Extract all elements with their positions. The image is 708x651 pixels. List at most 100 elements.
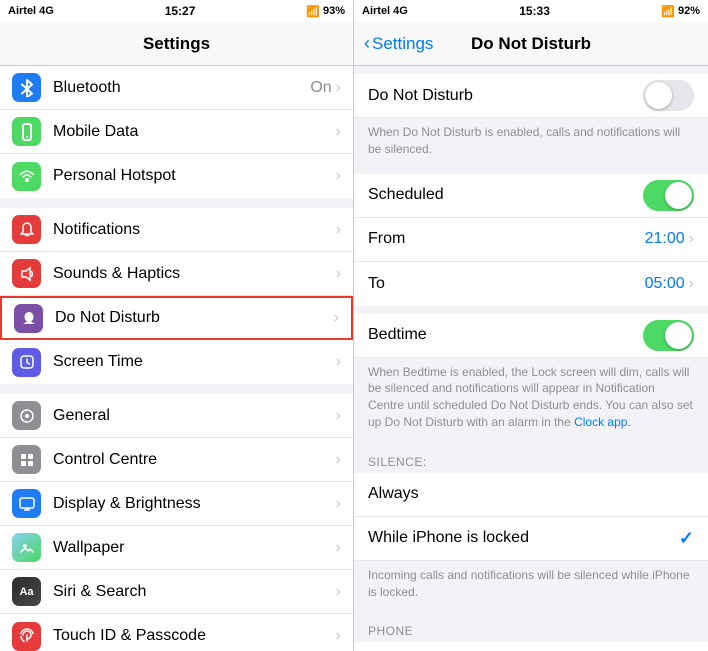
row-mobile-data[interactable]: Mobile Data › xyxy=(0,110,353,154)
dnd-list: Do Not Disturb When Do Not Disturb is en… xyxy=(354,66,708,651)
display-chevron: › xyxy=(336,495,341,513)
status-left-right: Airtel 4G xyxy=(362,5,408,17)
control-icon xyxy=(12,445,41,474)
row-sounds[interactable]: Sounds & Haptics › xyxy=(0,252,353,296)
scheduled-toggle[interactable] xyxy=(643,180,694,211)
bluetooth-chevron: › xyxy=(336,79,341,97)
dnd-label: Do Not Disturb xyxy=(55,309,334,327)
row-scheduled[interactable]: Scheduled xyxy=(354,174,708,218)
page-title-right: Do Not Disturb xyxy=(471,34,591,54)
always-label: Always xyxy=(368,485,694,503)
status-left: Airtel 4G xyxy=(8,5,54,17)
mobile-label: Mobile Data xyxy=(53,123,336,141)
row-from[interactable]: From 21:00 › xyxy=(354,218,708,262)
touchid-chevron: › xyxy=(336,627,341,645)
status-bar-right: Airtel 4G 15:33 📶 92% xyxy=(354,0,708,22)
to-label: To xyxy=(368,275,645,293)
from-chevron: › xyxy=(689,230,694,248)
screentime-icon xyxy=(12,348,41,377)
phone-section-label: PHONE xyxy=(354,618,708,642)
screentime-label: Screen Time xyxy=(53,353,336,371)
page-title-left: Settings xyxy=(143,34,210,54)
row-general[interactable]: General › xyxy=(0,394,353,438)
status-bar-left: Airtel 4G 15:27 📶 93% xyxy=(0,0,353,22)
scheduled-label: Scheduled xyxy=(368,186,643,204)
siri-label: Siri & Search xyxy=(53,583,336,601)
back-label: Settings xyxy=(372,34,433,54)
network-left: 4G xyxy=(39,5,54,17)
silence-section-label: SILENCE: xyxy=(354,449,708,473)
back-button[interactable]: ‹ Settings xyxy=(364,33,433,54)
locked-description: Incoming calls and notifications will be… xyxy=(354,561,708,609)
row-siri[interactable]: Aa Siri & Search › xyxy=(0,570,353,614)
dnd-icon xyxy=(14,304,43,333)
from-to-group: From 21:00 › To 05:00 › xyxy=(354,218,708,306)
back-chevron-icon: ‹ xyxy=(364,33,370,54)
left-panel: Airtel 4G 15:27 📶 93% Settings Bluetooth… xyxy=(0,0,354,651)
wallpaper-label: Wallpaper xyxy=(53,539,336,557)
from-value: 21:00 xyxy=(645,230,685,248)
notif-icon xyxy=(12,215,41,244)
mobile-chevron: › xyxy=(336,123,341,141)
hotspot-label: Personal Hotspot xyxy=(53,167,336,185)
right-panel: Airtel 4G 15:33 📶 92% ‹ Settings Do Not … xyxy=(354,0,708,651)
to-chevron: › xyxy=(689,275,694,293)
battery-pct-left: 93% xyxy=(323,5,345,17)
general-label: General xyxy=(53,407,336,425)
dnd-description: When Do Not Disturb is enabled, calls an… xyxy=(354,118,708,166)
display-icon xyxy=(12,489,41,518)
bedtime-toggle[interactable] xyxy=(643,320,694,351)
carrier-right: Airtel xyxy=(362,5,390,17)
row-dnd[interactable]: Do Not Disturb › xyxy=(0,296,353,340)
battery-pct-right: 92% xyxy=(678,5,700,17)
row-notifications[interactable]: Notifications › xyxy=(0,208,353,252)
display-label: Display & Brightness xyxy=(53,495,336,513)
row-bluetooth[interactable]: Bluetooth On › xyxy=(0,66,353,110)
touchid-label: Touch ID & Passcode xyxy=(53,627,336,645)
dnd-toggle-label: Do Not Disturb xyxy=(368,87,643,105)
sounds-label: Sounds & Haptics xyxy=(53,265,336,283)
sounds-icon xyxy=(12,259,41,288)
siri-icon-text: Aa xyxy=(19,586,33,598)
row-hotspot[interactable]: Personal Hotspot › xyxy=(0,154,353,198)
time-left: 15:27 xyxy=(165,4,196,18)
status-right-left: 📶 93% xyxy=(306,5,345,18)
carrier-left: Airtel xyxy=(8,5,36,17)
battery-icon-right: 📶 xyxy=(661,5,675,18)
dnd-toggle[interactable] xyxy=(643,80,694,111)
nav-header-left: Settings xyxy=(0,22,353,66)
nav-header-right: ‹ Settings Do Not Disturb xyxy=(354,22,708,66)
bluetooth-label: Bluetooth xyxy=(53,79,310,97)
section-connectivity: Bluetooth On › Mobile Data › Personal Ho… xyxy=(0,66,353,198)
bedtime-thumb xyxy=(665,322,692,349)
row-to[interactable]: To 05:00 › xyxy=(354,262,708,306)
battery-icon-left: 📶 xyxy=(306,5,320,18)
control-chevron: › xyxy=(336,451,341,469)
time-right: 15:33 xyxy=(519,4,550,18)
row-always[interactable]: Always xyxy=(354,473,708,517)
bedtime-description: When Bedtime is enabled, the Lock screen… xyxy=(354,358,708,439)
network-right: 4G xyxy=(393,5,408,17)
row-screentime[interactable]: Screen Time › xyxy=(0,340,353,384)
row-control[interactable]: Control Centre › xyxy=(0,438,353,482)
toggle-thumb xyxy=(645,82,672,109)
clock-app-link[interactable]: Clock app. xyxy=(574,415,631,429)
row-display[interactable]: Display & Brightness › xyxy=(0,482,353,526)
row-locked[interactable]: While iPhone is locked ✓ xyxy=(354,517,708,561)
general-icon xyxy=(12,401,41,430)
to-value: 05:00 xyxy=(645,275,685,293)
wallpaper-chevron: › xyxy=(336,539,341,557)
control-label: Control Centre xyxy=(53,451,336,469)
row-dnd-toggle[interactable]: Do Not Disturb xyxy=(354,74,708,118)
hotspot-chevron: › xyxy=(336,167,341,185)
row-wallpaper[interactable]: Wallpaper › xyxy=(0,526,353,570)
row-bedtime[interactable]: Bedtime xyxy=(354,314,708,358)
status-right-right: 📶 92% xyxy=(661,5,700,18)
row-touchid[interactable]: Touch ID & Passcode › xyxy=(0,614,353,651)
section-personalization: General › Control Centre › Display & Bri… xyxy=(0,394,353,651)
mobile-icon xyxy=(12,117,41,146)
bedtime-label: Bedtime xyxy=(368,326,643,344)
row-allow-calls[interactable]: Allow Calls From Favourites › xyxy=(354,642,708,651)
from-label: From xyxy=(368,230,645,248)
notif-chevron: › xyxy=(336,221,341,239)
